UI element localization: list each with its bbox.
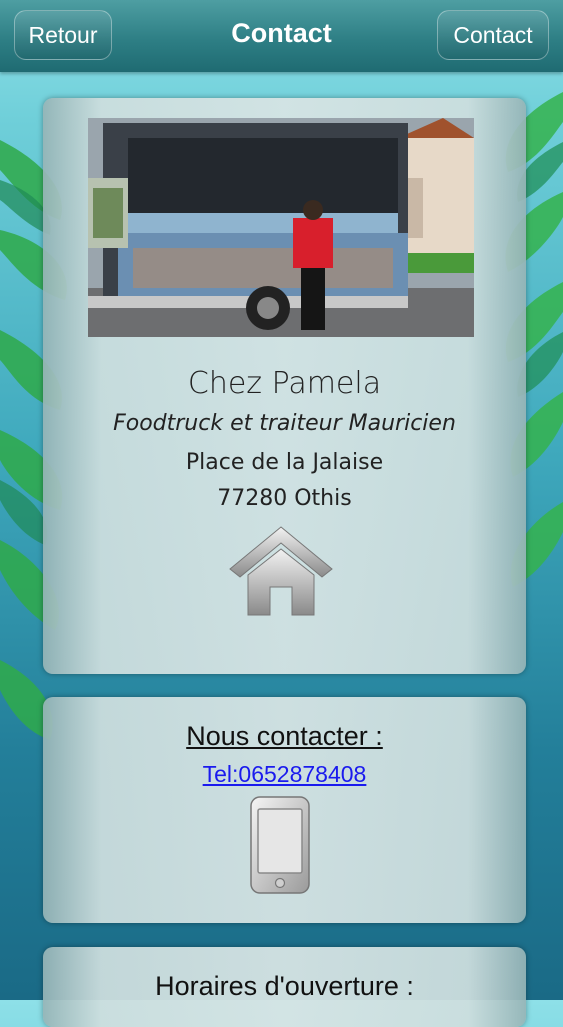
contact-card: Nous contacter : Tel:0652878408 (43, 697, 526, 923)
address-line-1: Place de la Jalaise (185, 450, 384, 475)
address-line-2: 77280 Othis (217, 486, 352, 511)
foodtruck-image (88, 118, 474, 337)
opening-hours-card: Horaires d'ouverture : (43, 947, 526, 1027)
contact-heading: Nous contacter : (186, 721, 383, 751)
opening-hours-heading: Horaires d'ouverture : (155, 971, 414, 1001)
smartphone-icon[interactable] (249, 795, 311, 895)
business-info-card: Chez Pamela Foodtruck et traiteur Mauric… (43, 98, 526, 674)
contact-button[interactable]: Contact (437, 10, 549, 60)
home-icon[interactable] (228, 525, 334, 617)
business-name: Chez Pamela (187, 366, 382, 401)
business-tagline: Foodtruck et traiteur Mauricien (113, 411, 456, 436)
foodtruck-photo (88, 118, 474, 337)
phone-link[interactable]: Tel:0652878408 (43, 761, 526, 788)
navigation-bar: Retour Contact Contact (0, 0, 563, 72)
